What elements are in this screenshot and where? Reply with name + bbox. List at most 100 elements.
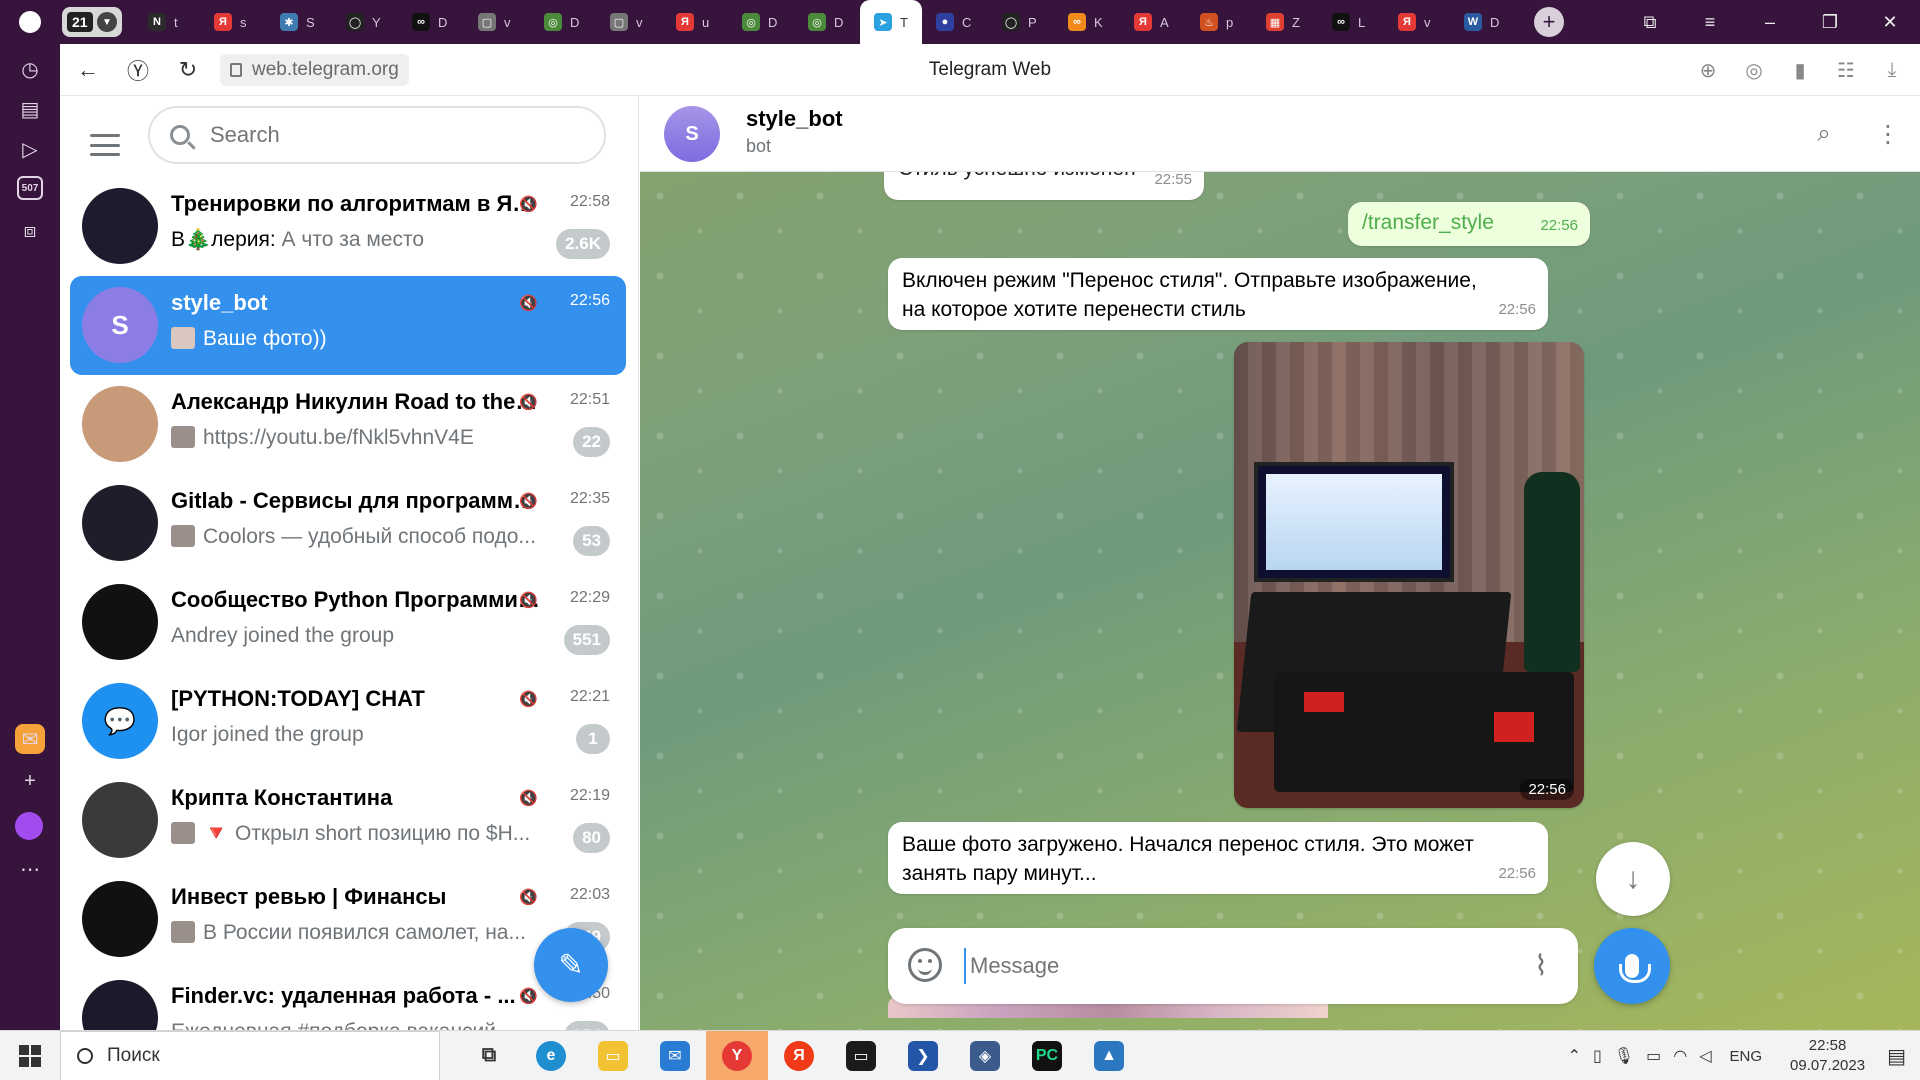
mail-app[interactable]: ✉ [644, 1031, 706, 1080]
more-vertical-icon[interactable]: ⋮ [1868, 114, 1908, 154]
translate-icon[interactable]: ◎ [1734, 50, 1774, 90]
app-icon[interactable]: ✉ [15, 724, 45, 754]
menu-icon[interactable]: ≡ [1680, 0, 1740, 44]
tab-counter[interactable]: 21 ▼ [62, 7, 122, 37]
browser-tab[interactable]: ∞ K [1054, 0, 1120, 44]
browser-tab[interactable]: ➤ T [860, 0, 922, 44]
outgoing-message[interactable]: /transfer_style 22:56 [1348, 202, 1590, 246]
bookmarks-panel-icon[interactable]: ☷ [1826, 50, 1866, 90]
minimize-button[interactable]: – [1740, 0, 1800, 44]
voice-record-button[interactable] [1594, 928, 1670, 1004]
battery-icon[interactable]: ▭ [1646, 1046, 1661, 1066]
chat-header[interactable]: S style_bot bot ⌕ ⋮ [640, 96, 1920, 172]
unread-badge: 22 [573, 427, 610, 457]
browser-tab[interactable]: ∞ D [398, 0, 464, 44]
counter-badge[interactable]: 507 [17, 176, 43, 200]
browser-tab[interactable]: ◎ D [530, 0, 596, 44]
chat-list-item[interactable]: Gitlab - Сервисы для программи... 🔇 22:35 C… [70, 474, 626, 573]
terminal-app[interactable]: ▭ [830, 1031, 892, 1080]
close-button[interactable]: ✕ [1860, 0, 1920, 44]
task-view-button[interactable]: ⧉ [458, 1031, 520, 1080]
chat-list-item[interactable]: Тренировки по алгоритмам в Ян... 🔇 22:58 В🎄… [70, 177, 626, 276]
profile-icon[interactable] [0, 0, 60, 44]
language-indicator[interactable]: ENG [1730, 1048, 1763, 1065]
tabs-overview-icon[interactable]: ⧉ [1620, 0, 1680, 44]
chat-list-item[interactable]: 💬 [PYTHON:TODAY] CHAT 🔇 22:21 Igor joined th… [70, 672, 626, 771]
chevron-up-icon[interactable]: ⌃ [1568, 1046, 1581, 1066]
scroll-down-button[interactable]: ↓ [1596, 842, 1670, 916]
volume-icon[interactable]: ◁ [1699, 1046, 1711, 1066]
muted-icon: 🔇 [519, 295, 538, 312]
browser-tab[interactable]: ▢ v [596, 0, 662, 44]
photo-message[interactable]: 22:56 [1234, 342, 1584, 808]
browser-tab[interactable]: ◯ P [988, 0, 1054, 44]
powershell-app[interactable]: ❯ [892, 1031, 954, 1080]
notifications-icon[interactable]: ▤ [1887, 1044, 1906, 1069]
search-input[interactable] [210, 122, 570, 148]
browser-tab[interactable]: Nt [134, 0, 200, 44]
screenshot-icon[interactable]: ⧈ [15, 216, 45, 246]
incoming-message[interactable]: Включен режим "Перенос стиля". Отправьте… [888, 258, 1548, 330]
compose-pencil-button[interactable]: ✎ [534, 928, 608, 1002]
browser-tab[interactable]: ∞ L [1318, 0, 1384, 44]
explorer-app[interactable]: ▭ [582, 1031, 644, 1080]
command-text[interactable]: /transfer_style [1362, 211, 1494, 234]
device-icon[interactable]: ▯ [1593, 1046, 1602, 1066]
microphone-icon[interactable]: 🎙 [1614, 1046, 1634, 1066]
preview-thumbnail [171, 921, 195, 943]
reload-button[interactable]: ↻ [166, 48, 210, 92]
browser-tab[interactable]: ♨ p [1186, 0, 1252, 44]
chat-list-item[interactable]: Sstyle_bot 🔇 22:56 Ваше фото)) [70, 276, 626, 375]
pycharm-app[interactable]: PC [1016, 1031, 1078, 1080]
incoming-message[interactable]: Ваше фото загружено. Начался перенос сти… [888, 822, 1548, 894]
download-icon[interactable]: ⤓ [1872, 50, 1912, 90]
browser-tab[interactable]: Яs [200, 0, 266, 44]
attach-icon[interactable]: ⌇ [1524, 948, 1558, 982]
search-box[interactable] [148, 106, 606, 164]
alice-icon[interactable] [15, 812, 43, 840]
search-icon[interactable]: ⌕ [1804, 114, 1844, 154]
browser-tab[interactable]: Яu [662, 0, 728, 44]
browser-tab[interactable]: ▢ v [464, 0, 530, 44]
browser-tab[interactable]: ◎ D [794, 0, 860, 44]
start-button[interactable] [0, 1031, 60, 1080]
add-icon[interactable]: + [15, 766, 45, 796]
yandex-icon[interactable]: Ⓨ [116, 48, 160, 92]
video-icon[interactable]: ▷ [15, 134, 45, 164]
yandex-app[interactable]: Я [768, 1031, 830, 1080]
browser-tab[interactable]: ◎ D [728, 0, 794, 44]
new-tab-button[interactable]: + [1534, 7, 1564, 37]
history-icon[interactable]: ◷ [15, 54, 45, 84]
browser-tab[interactable]: ✱ S [266, 0, 332, 44]
message-input[interactable] [964, 948, 1484, 984]
browser-tab[interactable]: ◯ Y [332, 0, 398, 44]
back-button[interactable]: ← [66, 48, 110, 92]
photos-app[interactable]: ▲ [1078, 1031, 1140, 1080]
virtualbox-app[interactable]: ◈ [954, 1031, 1016, 1080]
browser-tab[interactable]: ЯA [1120, 0, 1186, 44]
install-icon[interactable]: ⊕ [1688, 50, 1728, 90]
wifi-icon[interactable]: ◠ [1673, 1046, 1687, 1066]
emoji-icon[interactable] [908, 948, 942, 982]
tab-favicon-icon: Я [1134, 13, 1152, 31]
avatar[interactable]: S [664, 106, 720, 162]
message-time: 22:56 [1540, 217, 1578, 234]
browser-tab[interactable]: WD [1450, 0, 1516, 44]
more-icon[interactable]: ⋯ [15, 854, 45, 884]
maximize-button[interactable]: ❐ [1800, 0, 1860, 44]
chat-list-item[interactable]: Крипта Константина 🔇 22:19 🔻 Открыл short п… [70, 771, 626, 870]
hamburger-menu-icon[interactable] [90, 134, 120, 156]
url-field[interactable]: web.telegram.org [220, 53, 409, 86]
edge-app[interactable]: e [520, 1031, 582, 1080]
clock-time: 22:58 [1808, 1037, 1847, 1054]
yandex-browser-app[interactable]: Y [706, 1030, 768, 1080]
browser-tab[interactable]: Яv [1384, 0, 1450, 44]
taskbar-search[interactable]: Поиск [60, 1030, 440, 1080]
browser-tab[interactable]: ● C [922, 0, 988, 44]
chat-list-item[interactable]: Александр Никулин Road to the B... 🔇 22:51… [70, 375, 626, 474]
bookmark-icon[interactable]: ▮ [1780, 50, 1820, 90]
clock[interactable]: 22:58 09.07.2023 [1790, 1036, 1865, 1076]
chat-list-item[interactable]: Сообщество Python Программис... 🔇 22:29 And… [70, 573, 626, 672]
browser-tab[interactable]: ▦ Z [1252, 0, 1318, 44]
collections-icon[interactable]: ▤ [15, 94, 45, 124]
